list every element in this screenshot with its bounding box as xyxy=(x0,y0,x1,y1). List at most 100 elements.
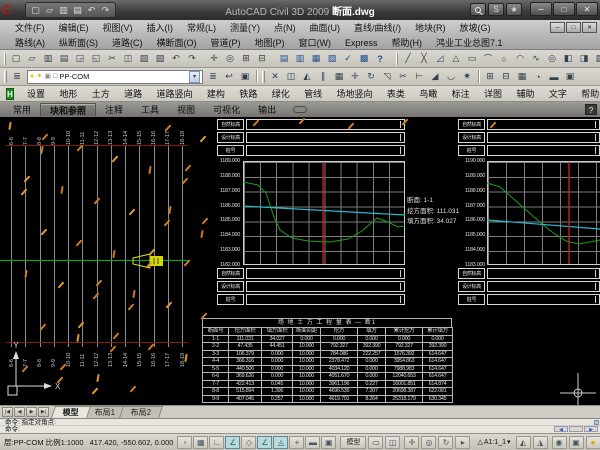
spline-icon[interactable]: ∿ xyxy=(528,51,544,66)
section-line[interactable]: 9-9 9-9 xyxy=(49,125,60,367)
ortho-toggle[interactable]: ∟ xyxy=(209,436,224,449)
extend-icon[interactable]: ⊢ xyxy=(411,69,427,84)
menu-item[interactable]: 文件(F) xyxy=(8,21,52,34)
hongye-menu-item[interactable]: 道路竖向 xyxy=(149,87,199,100)
layer-dropdown[interactable]: ● ☀ ▣ □ PP-COM ▾ xyxy=(27,70,203,84)
menu-item[interactable]: 插入(I) xyxy=(140,21,181,34)
annotation-autoscale-icon[interactable]: ◮ xyxy=(533,436,548,449)
menu-item[interactable]: 横断面(O) xyxy=(150,36,204,49)
section-line[interactable]: 6-6 6-6 xyxy=(6,125,17,367)
annotation-scale-control[interactable]: △ A1:1_1 ▾ xyxy=(474,437,513,447)
table-icon[interactable]: ▦ xyxy=(514,69,530,84)
offset-icon[interactable]: ∥ xyxy=(315,69,331,84)
hongye-menu-item[interactable]: 标注 xyxy=(444,87,476,100)
command-line-window[interactable]: 命令: 指定对角点: 命令: ◀ ▶ xyxy=(0,418,600,433)
menu-item[interactable]: 纵断面(S) xyxy=(52,36,105,49)
layout-icon[interactable]: ▭ xyxy=(368,436,383,449)
print-icon[interactable]: ▤ xyxy=(71,3,84,17)
mid-section-grid[interactable] xyxy=(243,161,405,265)
toolbar-grip[interactable] xyxy=(396,53,398,65)
annotation-visibility-icon[interactable]: ◭ xyxy=(516,436,531,449)
section-line[interactable]: 12-12 12-12 xyxy=(92,125,103,367)
ribbon-help-icon[interactable]: ? xyxy=(585,104,597,115)
properties-icon[interactable]: ▤ xyxy=(276,51,292,66)
menu-item[interactable]: 点(N) xyxy=(267,21,303,34)
next-layout-icon[interactable]: ▶ xyxy=(26,407,37,417)
section-line[interactable]: 18-18 18-18 xyxy=(177,125,188,367)
hatch-icon[interactable]: ▨ xyxy=(592,51,600,66)
hongye-menu-item[interactable]: 道路 xyxy=(117,87,149,100)
status-bulb-icon[interactable]: ● xyxy=(586,436,600,449)
ducs-toggle[interactable]: ◬ xyxy=(273,436,288,449)
layout-tab[interactable]: 布局2 xyxy=(120,406,164,418)
minimize-button[interactable]: ─ xyxy=(530,2,552,16)
section-line[interactable]: 8-8 8-8 xyxy=(35,125,46,367)
redo-icon[interactable]: ↷ xyxy=(99,3,112,17)
hongye-menu-item[interactable]: 地形 xyxy=(52,87,84,100)
layer-states-icon[interactable]: ▣ xyxy=(237,69,253,84)
prev-layout-icon[interactable]: ◀ xyxy=(14,407,25,417)
new-icon[interactable]: ▢ xyxy=(29,3,42,17)
copy-object-icon[interactable]: ◫ xyxy=(283,69,299,84)
move-icon[interactable]: ✛ xyxy=(347,69,363,84)
quickcalc-icon[interactable]: ▩ xyxy=(356,51,372,66)
save-icon[interactable]: ▥ xyxy=(40,51,56,66)
layout-tab[interactable]: 模型 xyxy=(51,406,91,418)
rectangle-icon[interactable]: ▭ xyxy=(464,51,480,66)
ribbon-tab[interactable]: 常用 xyxy=(4,103,40,116)
menu-item[interactable]: 放坡(G) xyxy=(453,21,498,34)
ribbon-tab[interactable]: 视图 xyxy=(168,103,204,116)
communication-center-icon[interactable]: S xyxy=(488,3,504,16)
open-icon[interactable]: ▱ xyxy=(24,51,40,66)
zoom-realtime-icon[interactable]: ◎ xyxy=(222,51,238,66)
hongye-menu-item[interactable]: 辅助 xyxy=(509,87,541,100)
hongye-menu-item[interactable]: 建构 xyxy=(200,87,232,100)
lineweight-icon[interactable]: ▬ xyxy=(546,69,562,84)
arc-icon[interactable]: ⌒ xyxy=(480,51,496,66)
paste-icon[interactable]: ▨ xyxy=(136,51,152,66)
lwt-toggle[interactable]: ▬ xyxy=(305,436,320,449)
model-space-button[interactable]: 模型 xyxy=(340,436,366,449)
menu-item[interactable]: 管道(P) xyxy=(204,36,248,49)
site-boundary-top[interactable] xyxy=(6,145,188,146)
show-motion-icon[interactable]: ▸ xyxy=(455,436,470,449)
zoom-previous-icon[interactable]: ⊟ xyxy=(254,51,270,66)
section-line[interactable]: 10-10 10-10 xyxy=(63,125,74,367)
grid-toggle[interactable]: ▦ xyxy=(193,436,208,449)
section-line[interactable]: 16-16 16-16 xyxy=(149,125,160,367)
undo-icon[interactable]: ↶ xyxy=(85,3,98,17)
qp-toggle[interactable]: ▣ xyxy=(321,436,336,449)
rotate-icon[interactable]: ↻ xyxy=(363,69,379,84)
first-layout-icon[interactable]: |◀ xyxy=(2,407,13,417)
new-icon[interactable]: ▢ xyxy=(8,51,24,66)
hongye-menu-item[interactable]: 鸟瞰 xyxy=(412,87,444,100)
explode-icon[interactable]: ✷ xyxy=(459,69,475,84)
ribbon-tab[interactable]: 注释 xyxy=(96,103,132,116)
trim-icon[interactable]: ✂ xyxy=(395,69,411,84)
mirror-icon[interactable]: ◭ xyxy=(299,69,315,84)
save-icon[interactable]: ▥ xyxy=(57,3,70,17)
open-icon[interactable]: ▱ xyxy=(43,3,56,17)
ellipse-icon[interactable]: ◎ xyxy=(544,51,560,66)
ribbon-tab[interactable]: 工具 xyxy=(132,103,168,116)
layer-walk-icon[interactable]: ◔ xyxy=(530,69,546,84)
hongye-menu-item[interactable]: 绿化 xyxy=(265,87,297,100)
toolbar-lock-icon[interactable]: ▣ xyxy=(569,436,584,449)
tool-palettes-icon[interactable]: ▦ xyxy=(308,51,324,66)
otrack-toggle[interactable]: ∠ xyxy=(257,436,272,449)
layer-lock-icon[interactable]: ▣ xyxy=(45,73,52,81)
text-style-icon[interactable]: ⊟ xyxy=(498,69,514,84)
command-prompt-line[interactable]: 命令: ◀ ▶ xyxy=(0,426,600,433)
hongye-menu-item[interactable]: 帮助 xyxy=(574,87,600,100)
help-icon[interactable]: ? xyxy=(372,51,388,66)
dyn-toggle[interactable]: + xyxy=(289,436,304,449)
layer-freeze-icon[interactable]: ☀ xyxy=(36,73,42,81)
hongye-menu-item[interactable]: 设置 xyxy=(20,87,52,100)
close-button[interactable]: ✕ xyxy=(576,2,598,16)
sheet-set-icon[interactable]: ▧ xyxy=(324,51,340,66)
pan-icon[interactable]: ✛ xyxy=(206,51,222,66)
scroll-thumb[interactable] xyxy=(569,426,583,432)
polyline-icon[interactable]: ◿ xyxy=(432,51,448,66)
steering-wheel-icon[interactable]: ↻ xyxy=(438,436,453,449)
match-properties-icon[interactable]: ▧ xyxy=(152,51,168,66)
